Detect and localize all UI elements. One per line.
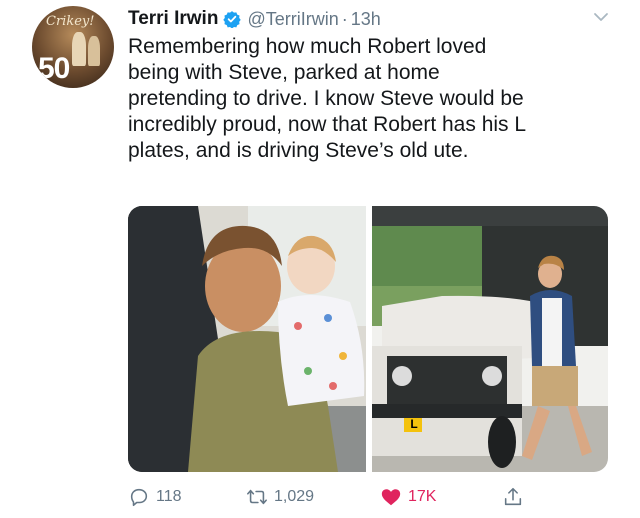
retweet-count: 1,029	[274, 488, 315, 505]
header-separator: ·	[341, 8, 348, 29]
share-icon	[504, 487, 522, 506]
retweet-icon	[247, 489, 267, 505]
l-plate: L	[410, 417, 418, 431]
tweet-header: Terri Irwin @TerriIrwin · 13h	[128, 6, 381, 32]
share-button[interactable]	[502, 482, 524, 512]
action-bar: 118 1,029 17K	[128, 482, 608, 512]
avatar-number: 50	[38, 52, 70, 85]
reply-icon	[130, 488, 148, 507]
avatar[interactable]: Crikey! 50	[32, 6, 114, 88]
like-count: 17K	[408, 488, 437, 505]
verified-badge-icon	[223, 11, 242, 28]
tweet-text: Remembering how much Robert loved being …	[128, 35, 527, 162]
reply-button[interactable]: 118	[128, 482, 182, 512]
heart-icon	[381, 489, 401, 506]
avatar-caption: Crikey!	[46, 14, 95, 29]
user-handle[interactable]: @TerriIrwin	[247, 9, 338, 30]
chevron-down-icon[interactable]	[592, 10, 610, 24]
photo-robert-with-ute[interactable]	[372, 206, 608, 472]
photo-steve-and-baby[interactable]	[128, 206, 366, 472]
retweet-button[interactable]: 1,029	[246, 482, 314, 512]
avatar-figure	[72, 32, 86, 66]
reply-count: 118	[156, 488, 182, 505]
tweet-card: Crikey! 50 Terri Irwin @TerriIrwin · 13h…	[0, 0, 640, 518]
avatar-figure	[88, 36, 100, 66]
media-grid[interactable]: L	[128, 206, 608, 472]
like-button[interactable]: 17K	[380, 482, 436, 512]
timestamp[interactable]: 13h	[351, 9, 381, 30]
display-name[interactable]: Terri Irwin	[128, 8, 218, 30]
